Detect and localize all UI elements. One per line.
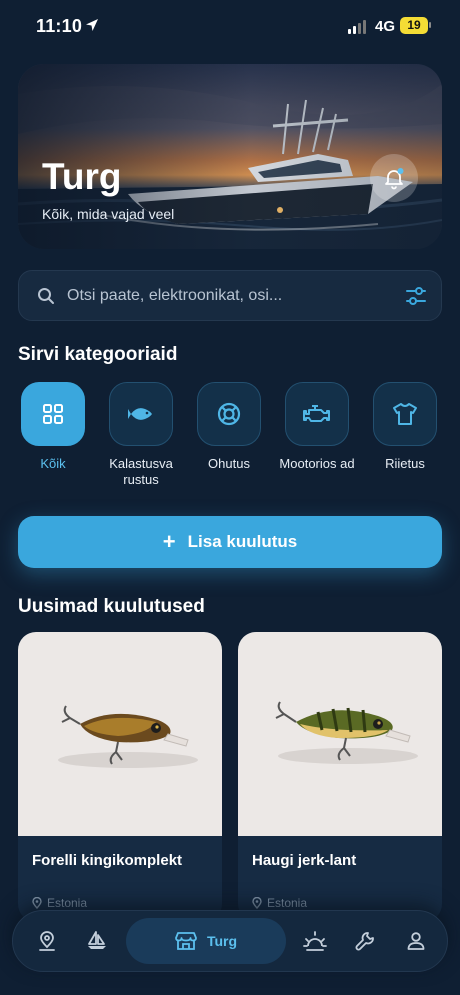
nav-market-label: Turg: [206, 933, 238, 949]
search-input[interactable]: [67, 271, 387, 320]
category-icon-box: [197, 382, 261, 446]
fishing-lure-image: [58, 705, 198, 768]
add-listing-button[interactable]: + Lisa kuulutus: [18, 516, 442, 568]
listing-image: [18, 632, 222, 836]
lifebuoy-icon: [217, 402, 241, 426]
category-label: Kõik: [40, 456, 66, 471]
listing-location: Estonia: [32, 896, 87, 910]
nav-map[interactable]: [27, 911, 67, 971]
network-label: 4G: [375, 18, 396, 35]
plus-icon: +: [162, 529, 176, 554]
listing-card[interactable]: Forelli kingikomplekt Estonia: [18, 632, 222, 922]
status-bar: 11:10 4G 19: [0, 0, 460, 52]
shirt-icon: [393, 403, 417, 425]
search-bar: [18, 270, 442, 321]
battery-icon: 19: [400, 17, 428, 34]
category-label: Riietus: [385, 456, 425, 471]
fishing-lure-image: [275, 701, 418, 764]
nav-boats[interactable]: [77, 911, 117, 971]
notifications-button[interactable]: [370, 154, 418, 202]
listing-location-label: Estonia: [267, 896, 308, 910]
category-all[interactable]: Kõik: [13, 382, 93, 472]
page-title: Turg: [42, 156, 122, 197]
location-icon: [252, 897, 262, 909]
listing-card[interactable]: Haugi jerk-lant Estonia: [238, 632, 442, 922]
nav-service[interactable]: [345, 911, 385, 971]
category-icon-box: [285, 382, 349, 446]
category-icon-box: [21, 382, 85, 446]
location-icon: [32, 897, 42, 909]
listing-title: Haugi jerk-lant: [252, 852, 357, 869]
fish-icon: [128, 408, 152, 420]
sailboat-icon: [88, 931, 106, 949]
category-clothing[interactable]: Riietus: [365, 382, 445, 472]
category-safety[interactable]: Ohutus: [189, 382, 269, 472]
nav-profile[interactable]: [396, 911, 436, 971]
filter-icon[interactable]: [405, 286, 427, 306]
category-label: Kalastusva rustus: [109, 456, 173, 487]
store-icon: [175, 932, 197, 950]
category-engine-parts[interactable]: Mootorios ad: [277, 382, 357, 472]
nav-market[interactable]: Turg: [126, 918, 286, 964]
engine-icon: [303, 405, 330, 422]
listing-title: Forelli kingikomplekt: [32, 852, 183, 869]
category-label: Ohutus: [208, 456, 250, 471]
bell-icon: [385, 168, 404, 190]
category-icon-box: [109, 382, 173, 446]
listing-location: Estonia: [252, 896, 307, 910]
status-time: 11:10: [36, 16, 83, 36]
map-pin-icon: [39, 931, 55, 951]
wrench-icon: [355, 932, 374, 951]
battery-tip: [429, 22, 431, 28]
search-icon: [38, 288, 54, 304]
listing-image: [238, 632, 442, 836]
listings-title: Uusimad kuulutused: [18, 596, 205, 617]
location-arrow-icon: [86, 19, 98, 31]
page-subtitle: Kõik, mida vajad veel: [42, 206, 175, 222]
bottom-nav: Turg: [12, 910, 448, 972]
user-icon: [407, 932, 425, 950]
listing-location-label: Estonia: [47, 896, 88, 910]
weather-icon: [303, 931, 327, 951]
grid-icon: [43, 404, 63, 424]
signal-icon: [348, 20, 366, 34]
category-label: Mootorios ad: [279, 456, 355, 471]
hero-banner: Turg Kõik, mida vajad veel: [18, 64, 442, 249]
nav-weather[interactable]: [295, 911, 335, 971]
category-icon-box: [373, 382, 437, 446]
category-fishing-gear[interactable]: Kalastusva rustus: [101, 382, 181, 488]
add-listing-label: Lisa kuulutus: [187, 532, 298, 551]
categories-title: Sirvi kategooriaid: [18, 344, 178, 365]
